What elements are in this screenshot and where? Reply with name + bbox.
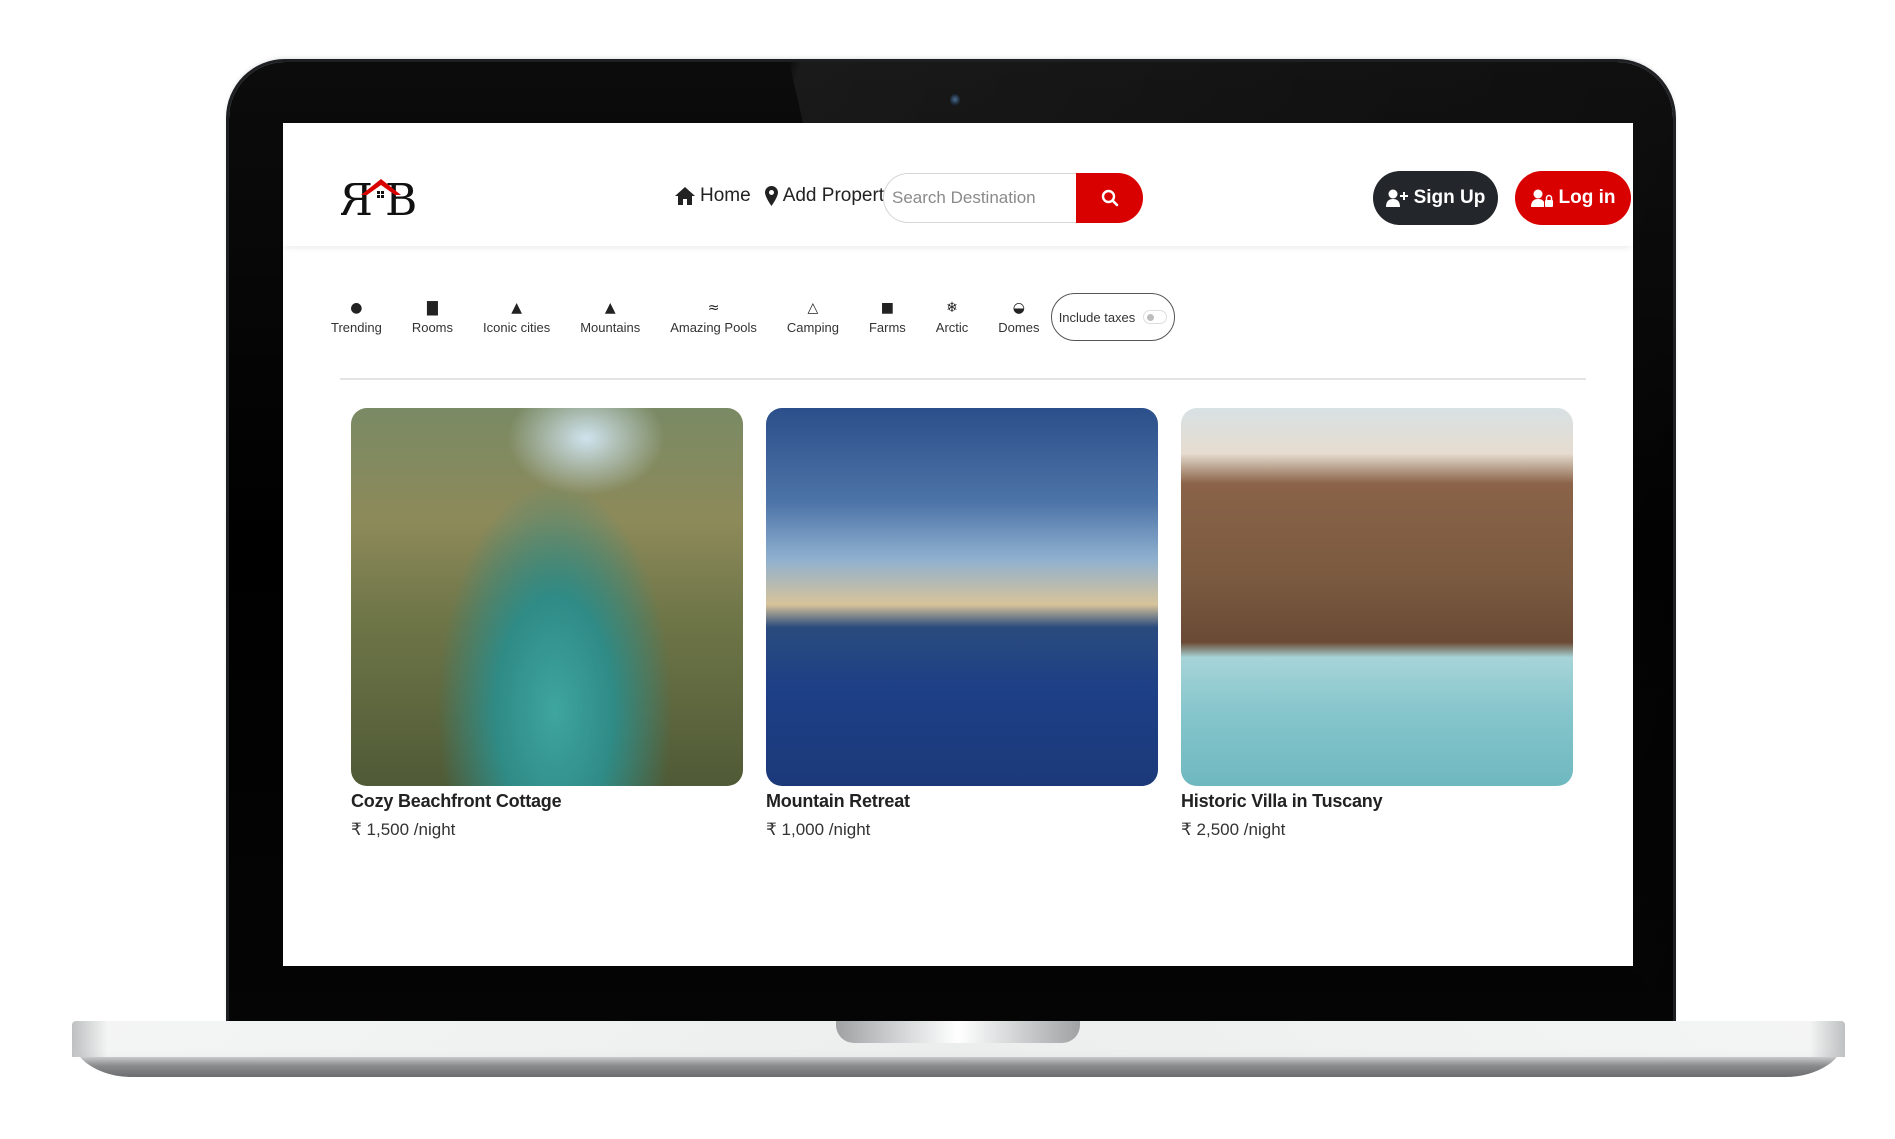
user-plus-icon [1385, 189, 1408, 207]
filter-mountains[interactable]: ▲ Mountains [580, 298, 640, 335]
filter-rooms[interactable]: ▇ Rooms [412, 298, 453, 335]
brand-logo[interactable]: R B [338, 173, 421, 226]
search-bar [883, 173, 1143, 223]
snowflake-icon: ❄ [946, 300, 958, 316]
listing-card[interactable]: Cozy Beachfront Cottage ₹ 1,500 /night [351, 408, 743, 840]
filter-domes[interactable]: ◒ Domes [998, 298, 1039, 335]
sign-up-label: Sign Up [1413, 187, 1486, 208]
filter-arctic[interactable]: ❄ Arctic [936, 298, 969, 335]
laptop-hinge-notch [836, 1021, 1080, 1043]
search-destination-input[interactable] [883, 173, 1076, 223]
nav-link-label: Home [700, 185, 751, 206]
search-icon [1101, 189, 1118, 207]
fire-icon: ● [350, 300, 363, 316]
home-icon [675, 187, 695, 205]
filter-farms[interactable]: ■ Farms [869, 298, 906, 335]
filter-amazing-pools[interactable]: ≈ Amazing Pools [670, 298, 757, 335]
log-in-label: Log in [1558, 187, 1616, 208]
logo-icon: R B [338, 175, 417, 226]
nav-links: Home Add Property [675, 185, 894, 207]
browser-viewport: R B Home Add Property Search Destination… [283, 123, 1633, 966]
svg-text:B: B [385, 175, 417, 221]
igloo-icon: ◒ [1012, 300, 1025, 316]
sign-up-button[interactable]: Sign Up [1373, 171, 1498, 225]
filter-iconic-cities[interactable]: ▲ Iconic cities [483, 298, 550, 335]
campground-icon: △ [807, 300, 819, 316]
category-filters: ● Trending ▇ Rooms ▲ Iconic cities ▲ Mountai… [331, 298, 1069, 335]
include-taxes-label: Include taxes [1058, 309, 1136, 325]
listing-card[interactable]: Historic Villa in Tuscany ₹ 2,500 /night [1181, 408, 1573, 840]
listing-photo[interactable] [1181, 408, 1573, 786]
listing-price: ₹ 1,500 /night [351, 820, 456, 839]
divider [340, 378, 1586, 380]
filter-camping[interactable]: △ Camping [787, 298, 839, 335]
webcam-icon [950, 94, 960, 106]
mountain-icon: ▲ [604, 300, 616, 316]
user-lock-icon [1530, 189, 1553, 207]
svg-text:R: R [341, 175, 373, 221]
city-icon: ▲ [511, 300, 522, 316]
include-taxes-switch[interactable] [1143, 310, 1168, 324]
bed-icon: ▇ [427, 300, 438, 316]
nav-link-label: Add Property [782, 185, 894, 206]
nav-link-home[interactable]: Home [675, 185, 751, 207]
swimmer-icon: ≈ [707, 300, 720, 316]
listing-title: Mountain Retreat [766, 791, 910, 811]
listing-card[interactable]: Mountain Retreat ₹ 1,000 /night [766, 408, 1158, 840]
listing-price: ₹ 2,500 /night [1181, 820, 1286, 839]
listing-photo[interactable] [351, 408, 743, 786]
search-button[interactable] [1076, 173, 1143, 223]
navbar: R B Home Add Property Search Destination… [283, 123, 1633, 246]
listing-title: Cozy Beachfront Cottage [351, 791, 562, 811]
listing-price: ₹ 1,000 /night [766, 820, 871, 839]
listing-photo[interactable] [766, 408, 1158, 786]
listing-title: Historic Villa in Tuscany [1181, 791, 1383, 811]
log-in-button[interactable]: Log in [1515, 171, 1631, 225]
tractor-icon: ■ [880, 300, 894, 316]
filter-trending[interactable]: ● Trending [331, 298, 382, 335]
include-taxes-toggle[interactable]: Include taxes [1051, 293, 1175, 341]
nav-link-add-property[interactable]: Add Property [764, 185, 894, 207]
map-pin-icon [764, 186, 778, 206]
listings-grid: Cozy Beachfront Cottage ₹ 1,500 /night M… [351, 408, 1573, 840]
